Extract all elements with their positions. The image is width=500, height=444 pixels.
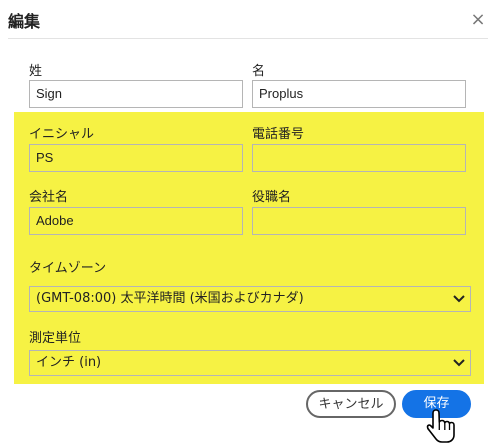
initials-label: イニシャル: [29, 127, 95, 142]
chevron-down-icon: [453, 359, 465, 367]
cancel-button[interactable]: キャンセル: [306, 390, 396, 418]
job-title-field[interactable]: [252, 207, 466, 235]
timezone-label: タイムゾーン: [29, 261, 107, 276]
chevron-down-icon: [453, 295, 465, 303]
company-label: 会社名: [29, 190, 69, 205]
last-name-field[interactable]: Sign: [29, 80, 243, 108]
timezone-value: (GMT-08:00) 太平洋時間 (米国およびカナダ): [36, 291, 304, 306]
units-select[interactable]: インチ (in): [29, 350, 471, 376]
last-name-label: 姓: [29, 64, 43, 79]
timezone-select[interactable]: (GMT-08:00) 太平洋時間 (米国およびカナダ): [29, 286, 471, 312]
initials-field[interactable]: PS: [29, 144, 243, 172]
phone-label: 電話番号: [252, 127, 305, 142]
units-label: 測定単位: [29, 331, 82, 346]
dialog-title: 編集: [8, 12, 41, 31]
first-name-field[interactable]: Proplus: [252, 80, 466, 108]
units-value: インチ (in): [36, 355, 102, 370]
job-title-label: 役職名: [252, 190, 292, 205]
company-field[interactable]: Adobe: [29, 207, 243, 235]
phone-field[interactable]: [252, 144, 466, 172]
first-name-label: 名: [252, 64, 266, 79]
hand-pointer-icon: [426, 409, 455, 443]
close-icon[interactable]: ×: [466, 8, 490, 32]
header-divider: [8, 38, 488, 39]
